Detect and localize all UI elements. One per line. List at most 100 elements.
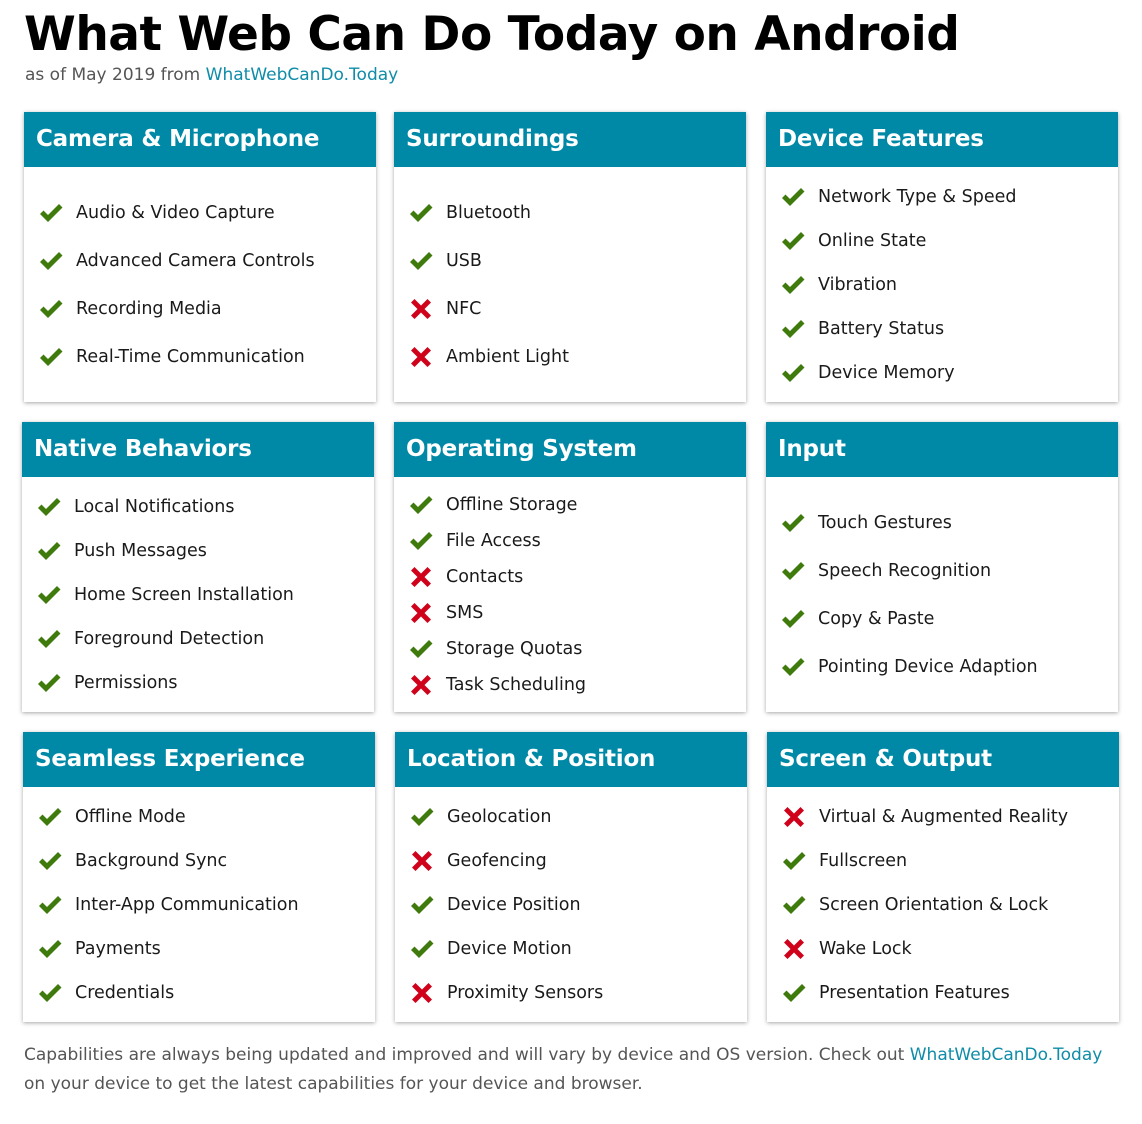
feature-item: Real-Time Communication — [38, 333, 376, 381]
feature-label: Background Sync — [75, 850, 228, 871]
feature-label: Contacts — [446, 566, 524, 587]
category-title: Native Behaviors — [22, 422, 374, 477]
feature-label: USB — [446, 250, 482, 271]
feature-label: SMS — [446, 602, 484, 623]
feature-label: Ambient Light — [446, 346, 569, 367]
checkmark-icon — [781, 893, 807, 917]
cross-icon — [781, 937, 807, 961]
checkmark-icon — [36, 627, 62, 651]
feature-item: Credentials — [37, 971, 375, 1015]
feature-item: Proximity Sensors — [409, 971, 747, 1015]
feature-label: Presentation Features — [819, 982, 1010, 1003]
feature-item: USB — [408, 237, 746, 285]
feature-label: Geofencing — [447, 850, 547, 871]
footer-note: Capabilities are always being updated an… — [24, 1041, 1114, 1099]
feature-label: File Access — [446, 530, 541, 551]
feature-list: Local Notifications Push Messages Home Scr… — [22, 477, 374, 712]
footer-link[interactable]: WhatWebCanDo.Today — [910, 1045, 1103, 1065]
feature-item: Inter-App Communication — [37, 883, 375, 927]
feature-item: Contacts — [408, 559, 746, 595]
feature-list: Geolocation Geofencing Device Position Devi… — [395, 787, 747, 1022]
feature-label: Touch Gestures — [818, 512, 952, 533]
category-title: Input — [766, 422, 1118, 477]
feature-item: Home Screen Installation — [36, 573, 374, 617]
cross-icon — [408, 345, 434, 369]
feature-item: Push Messages — [36, 529, 374, 573]
category-card-surroundings: Surroundings Bluetooth USB NFC Ambient Light — [394, 112, 746, 402]
checkmark-icon — [781, 981, 807, 1005]
checkmark-icon — [780, 317, 806, 341]
category-title: Screen & Output — [767, 732, 1119, 787]
category-card-screen-and-output: Screen & Output Virtual & Augmented Reali… — [767, 732, 1119, 1022]
checkmark-icon — [37, 937, 63, 961]
feature-item: Fullscreen — [781, 839, 1119, 883]
checkmark-icon — [37, 981, 63, 1005]
feature-item: Device Memory — [780, 351, 1118, 395]
feature-label: Bluetooth — [446, 202, 531, 223]
feature-item: SMS — [408, 595, 746, 631]
checkmark-icon — [780, 655, 806, 679]
checkmark-icon — [780, 273, 806, 297]
checkmark-icon — [409, 937, 435, 961]
feature-list: Network Type & Speed Online State Vibratio… — [766, 167, 1118, 402]
checkmark-icon — [38, 297, 64, 321]
feature-item: Permissions — [36, 661, 374, 705]
checkmark-icon — [408, 529, 434, 553]
checkmark-icon — [38, 249, 64, 273]
feature-label: Battery Status — [818, 318, 945, 339]
footer-text-end: on your device to get the latest capabil… — [24, 1074, 643, 1094]
cross-icon — [409, 981, 435, 1005]
feature-list: Virtual & Augmented Reality Fullscreen Scr… — [767, 787, 1119, 1022]
category-title: Device Features — [766, 112, 1118, 167]
feature-item: Touch Gestures — [780, 499, 1118, 547]
category-title: Surroundings — [394, 112, 746, 167]
feature-item: Offline Storage — [408, 487, 746, 523]
feature-label: Home Screen Installation — [74, 584, 294, 605]
feature-label: Recording Media — [76, 298, 222, 319]
feature-item: Recording Media — [38, 285, 376, 333]
checkmark-icon — [408, 637, 434, 661]
feature-item: Ambient Light — [408, 333, 746, 381]
category-card-location-and-position: Location & Position Geolocation Geofencing… — [395, 732, 747, 1022]
subtitle: as of May 2019 from WhatWebCanDo.Today — [25, 64, 398, 86]
feature-label: Screen Orientation & Lock — [819, 894, 1049, 915]
feature-label: Fullscreen — [819, 850, 908, 871]
checkmark-icon — [781, 849, 807, 873]
feature-item: Advanced Camera Controls — [38, 237, 376, 285]
cross-icon — [409, 849, 435, 873]
cross-icon — [408, 565, 434, 589]
category-title: Camera & Microphone — [24, 112, 376, 167]
feature-item: Storage Quotas — [408, 631, 746, 667]
feature-label: NFC — [446, 298, 482, 319]
feature-label: Task Scheduling — [446, 674, 587, 695]
feature-label: Speech Recognition — [818, 560, 992, 581]
feature-label: Pointing Device Adaption — [818, 656, 1038, 677]
cross-icon — [408, 601, 434, 625]
feature-label: Advanced Camera Controls — [76, 250, 315, 271]
feature-label: Proximity Sensors — [447, 982, 604, 1003]
checkmark-icon — [409, 893, 435, 917]
feature-list: Bluetooth USB NFC Ambient Light — [394, 167, 746, 402]
feature-list: Audio & Video Capture Advanced Camera Con… — [24, 167, 376, 402]
feature-label: Online State — [818, 230, 927, 251]
checkmark-icon — [780, 607, 806, 631]
feature-label: Inter-App Communication — [75, 894, 299, 915]
feature-item: Payments — [37, 927, 375, 971]
feature-item: Offline Mode — [37, 795, 375, 839]
feature-item: Battery Status — [780, 307, 1118, 351]
checkmark-icon — [780, 185, 806, 209]
feature-item: Wake Lock — [781, 927, 1119, 971]
cross-icon — [408, 297, 434, 321]
checkmark-icon — [36, 671, 62, 695]
checkmark-icon — [36, 495, 62, 519]
feature-label: Network Type & Speed — [818, 186, 1017, 207]
source-link[interactable]: WhatWebCanDo.Today — [206, 65, 399, 85]
checkmark-icon — [37, 805, 63, 829]
category-title: Seamless Experience — [23, 732, 375, 787]
checkmark-icon — [408, 201, 434, 225]
checkmark-icon — [36, 583, 62, 607]
category-card-input: Input Touch Gestures Speech Recognition Cop… — [766, 422, 1118, 712]
category-card-device-features: Device Features Network Type & Speed Onlin… — [766, 112, 1118, 402]
feature-item: Pointing Device Adaption — [780, 643, 1118, 691]
feature-item: Geofencing — [409, 839, 747, 883]
